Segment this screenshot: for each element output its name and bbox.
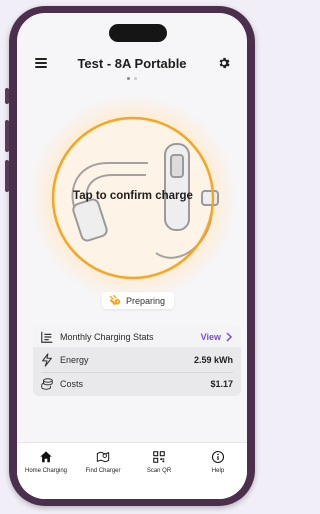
stats-title: Monthly Charging Stats [60, 331, 154, 342]
hamburger-menu-icon[interactable] [35, 58, 47, 68]
nav-label-help: Help [211, 468, 225, 474]
nav-help[interactable]: Help [190, 450, 246, 474]
action-button [5, 88, 9, 104]
nav-label-scan: Scan QR [146, 468, 172, 474]
dynamic-island [109, 24, 167, 42]
nav-home-charging[interactable]: Home Charging [18, 450, 74, 474]
gear-icon[interactable] [217, 56, 231, 70]
map-icon [96, 451, 110, 463]
coins-icon [41, 378, 53, 390]
status-badge: Preparing [102, 292, 174, 309]
costs-value: $1.17 [210, 379, 233, 389]
stats-header[interactable]: Monthly Charging Stats View [33, 326, 241, 347]
info-icon [211, 450, 225, 464]
nav-label-home: Home Charging [24, 468, 68, 474]
lightning-icon [42, 353, 52, 367]
charge-button[interactable]: Tap to confirm charge [28, 93, 238, 303]
app-header: Test - 8A Portable [17, 53, 247, 77]
confirm-charge-label: Tap to confirm charge [73, 190, 193, 202]
energy-row: Energy 2.59 kWh [33, 349, 241, 371]
page-title: Test - 8A Portable [77, 56, 187, 71]
volume-up-button [5, 120, 9, 152]
nav-label-find: Find Charger [85, 468, 121, 474]
view-stats-link[interactable]: View [201, 332, 221, 342]
qr-code-icon [153, 451, 165, 463]
volume-down-button [5, 160, 9, 192]
app-screen: Test - 8A Portable Tap to confirm charge… [17, 13, 247, 499]
costs-label: Costs [60, 379, 84, 389]
home-icon [40, 451, 52, 463]
bottom-navigation: Home Charging Find Charger Scan QR Help [17, 442, 247, 499]
costs-row: Costs $1.17 [33, 373, 241, 395]
status-text: Preparing [126, 295, 166, 306]
monthly-stats-card: Monthly Charging Stats View Energy 2.59 … [33, 326, 241, 396]
energy-value: 2.59 kWh [193, 355, 233, 365]
stats-list-icon [41, 331, 53, 343]
plug-status-icon [109, 294, 121, 306]
energy-label: Energy [60, 355, 89, 365]
nav-find-charger[interactable]: Find Charger [75, 450, 131, 474]
nav-scan-qr[interactable]: Scan QR [131, 450, 187, 474]
page-indicator [17, 77, 247, 80]
page-dot[interactable] [134, 77, 137, 80]
page-dot-active[interactable] [127, 77, 130, 80]
chevron-right-icon[interactable] [225, 331, 233, 342]
